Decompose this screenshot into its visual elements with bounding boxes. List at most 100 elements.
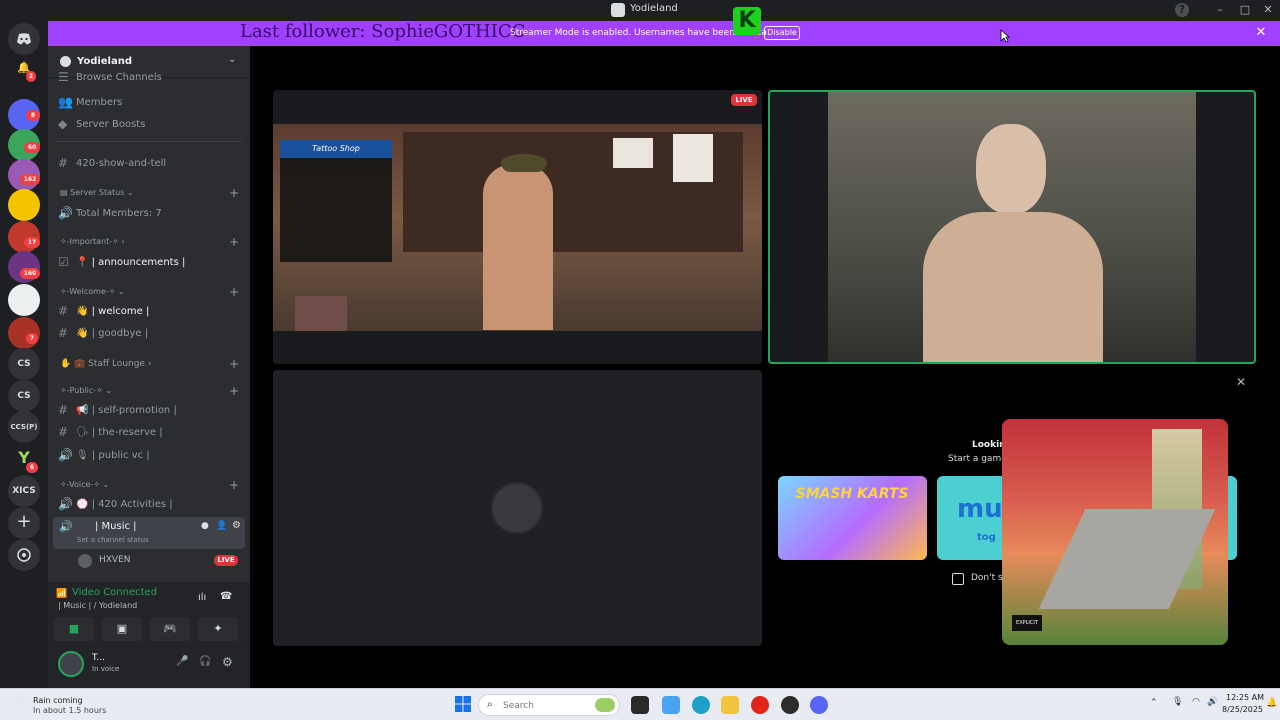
activity-card-sub: tog — [977, 532, 996, 543]
close-banner-button[interactable]: ✕ — [1254, 25, 1268, 41]
channel-self-promotion[interactable]: # 📢 | self-promotion | — [58, 400, 177, 420]
voice-member-name[interactable]: HXVEN — [99, 555, 131, 565]
taskbar-search[interactable]: ⌕ — [478, 694, 620, 716]
add-server-button[interactable]: + — [8, 507, 40, 539]
user-avatar[interactable] — [58, 651, 84, 677]
rail-server-ccsp[interactable]: CCS(P) — [8, 411, 40, 443]
close-activity-button[interactable]: ✕ — [1236, 375, 1246, 389]
screen-share-button[interactable]: ▣ — [102, 617, 142, 641]
browse-channels[interactable]: ☰ Browse Channels — [58, 70, 162, 84]
channel-total-members[interactable]: 🔊 Total Members: 7 — [58, 203, 162, 223]
weather-subtitle[interactable]: In about 1.5 hours — [33, 706, 106, 715]
channel-public-vc[interactable]: 🔊 🎙 | public vc | — [58, 445, 150, 465]
discover-button[interactable] — [8, 539, 40, 571]
add-channel-icon[interactable]: + — [229, 286, 239, 298]
app-icon[interactable] — [781, 696, 799, 714]
activity-button[interactable]: 🎮 — [150, 617, 190, 641]
add-channel-icon[interactable]: + — [229, 187, 239, 199]
user-settings-gear-icon[interactable]: ⚙ — [222, 655, 233, 669]
direct-messages-button[interactable] — [8, 23, 40, 55]
server-icon — [60, 56, 71, 67]
microphone-icon[interactable]: 🎤 — [176, 656, 188, 667]
channel-announcements[interactable]: ☑ 📍 | announcements | — [58, 252, 185, 272]
category-public[interactable]: ✧-Public-✧ ⌄ — [60, 386, 112, 395]
rail-server[interactable] — [8, 189, 40, 221]
game-stream-video: Tattoo Shop — [273, 124, 762, 331]
rail-server[interactable] — [8, 284, 40, 316]
windows-start-icon[interactable] — [455, 696, 471, 712]
gear-icon[interactable]: ⚙ — [232, 520, 241, 531]
wifi-icon[interactable]: ◠ — [1192, 697, 1200, 707]
rail-server-xics[interactable]: XICS — [8, 475, 40, 507]
task-view-icon[interactable] — [631, 696, 649, 714]
rail-server-cs[interactable]: CS — [8, 380, 40, 412]
announcement-icon: ☑ — [58, 255, 69, 269]
category-welcome[interactable]: ✧-Welcome-✧ ⌄ — [60, 287, 125, 296]
category-important[interactable]: ✧-Important-✧ › — [60, 237, 125, 246]
user-avatar — [491, 482, 543, 534]
voice-tile-avatar[interactable] — [273, 370, 762, 646]
server-boosts-link[interactable]: ◆ Server Boosts — [58, 114, 145, 134]
channel-sidebar: Yodieland ⌄ ☰ Browse Channels 👥 Members ◆ S… — [48, 46, 250, 688]
maximize-button[interactable]: □ — [1237, 2, 1253, 18]
search-icon: ⌕ — [487, 699, 493, 710]
channel-goodbye[interactable]: # 👋 | goodbye | — [58, 323, 148, 343]
tray-chevron-icon[interactable]: ⌃ — [1150, 698, 1158, 708]
voice-location[interactable]: | Music | / Yodieland — [58, 601, 137, 610]
taskbar-date[interactable]: 8/25/2025 — [1222, 705, 1263, 714]
members-link[interactable]: 👥 Members — [58, 92, 122, 112]
category-staff-lounge[interactable]: ✋ 💼 Staff Lounge › — [60, 359, 151, 369]
widgets-icon[interactable] — [662, 696, 680, 714]
noise-suppression-icon[interactable]: ılı — [198, 592, 206, 603]
title-bar: Yodieland ? – □ ✕ — [0, 0, 1280, 21]
chat-icon[interactable]: ● — [201, 521, 209, 531]
close-window-button[interactable]: ✕ — [1260, 2, 1276, 18]
stream-tile-game[interactable]: Tattoo Shop LIVE — [273, 90, 762, 364]
person-head — [976, 124, 1046, 214]
channel-420-show-and-tell[interactable]: #420-show-and-tell — [58, 153, 166, 173]
minimize-button[interactable]: – — [1212, 2, 1228, 18]
video-connected-status[interactable]: Video Connected — [72, 587, 157, 598]
disconnect-icon[interactable]: ☎ — [220, 591, 232, 602]
channel-the-reserve[interactable]: # 🗣 | the-reserve | — [58, 422, 163, 442]
add-channel-icon[interactable]: + — [229, 236, 239, 248]
channel-music-active[interactable]: 🔊 | Music | Set a channel status ● 👤 ⚙ — [53, 517, 245, 549]
search-input[interactable] — [503, 698, 573, 713]
weather-icon[interactable]: 🌧 — [14, 694, 28, 708]
channel-welcome[interactable]: # 👋 | welcome | — [58, 301, 149, 321]
game-menu-title: Tattoo Shop — [280, 140, 392, 158]
camera-button[interactable]: ■ — [54, 617, 94, 641]
volume-icon[interactable]: 🔊 — [1207, 697, 1218, 707]
weather-title[interactable]: Rain coming — [33, 696, 83, 705]
speaker-icon: 🔊 — [58, 497, 73, 511]
hash-icon: # — [58, 403, 69, 417]
activity-card-title: mu — [957, 494, 1003, 524]
disable-streamer-mode-button[interactable]: Disable — [764, 26, 800, 40]
activity-card-smash-karts[interactable]: SMASH KARTS — [778, 476, 927, 560]
set-channel-status[interactable]: Set a channel status — [77, 536, 149, 544]
add-member-icon[interactable]: 👤 — [216, 521, 227, 531]
channel-420-activities[interactable]: 🔊 💮 | 420 Activities | — [58, 494, 173, 514]
rail-server-cs[interactable]: CS — [8, 348, 40, 380]
stream-tile-webcam[interactable] — [768, 90, 1256, 364]
category-voice[interactable]: ✧-Voice-✧ ⌄ — [60, 480, 109, 489]
taskbar-time[interactable]: 12:25 AM — [1226, 693, 1264, 702]
album-art-cliff — [1038, 509, 1216, 609]
add-channel-icon[interactable]: + — [229, 358, 239, 370]
discord-taskbar-icon[interactable] — [810, 696, 828, 714]
hash-icon: # — [58, 304, 69, 318]
rail-badge: 8 — [26, 110, 40, 121]
edge-icon[interactable] — [692, 696, 710, 714]
file-explorer-icon[interactable] — [721, 696, 739, 714]
soundboard-button[interactable]: ✦ — [198, 617, 238, 641]
add-channel-icon[interactable]: + — [229, 385, 239, 397]
add-channel-icon[interactable]: + — [229, 479, 239, 491]
headphones-icon[interactable]: 🎧 — [199, 656, 211, 667]
tray-mic-icon[interactable]: 🎙 — [1172, 697, 1183, 707]
opera-icon[interactable] — [751, 696, 769, 714]
notification-bell-icon[interactable]: 🔔 — [1266, 698, 1277, 708]
dont-show-checkbox[interactable] — [952, 573, 964, 585]
help-icon[interactable]: ? — [1175, 3, 1189, 17]
voice-connection-panel: 📶 Video Connected | Music | / Yodieland … — [48, 582, 250, 688]
category-server-status[interactable]: ▤ Server Status ⌄ — [60, 188, 134, 197]
